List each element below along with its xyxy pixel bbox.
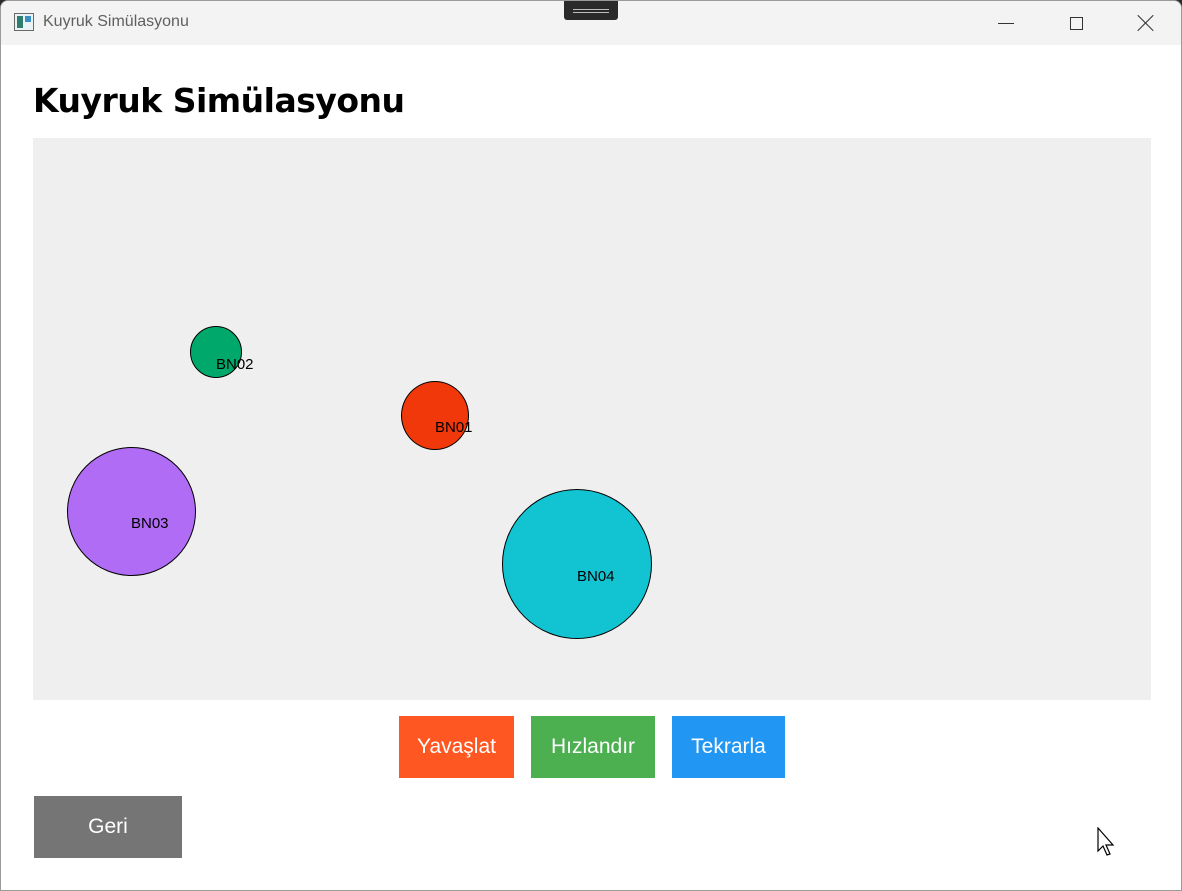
snap-layout-handle-icon[interactable]	[564, 1, 618, 20]
maximize-button[interactable]	[1041, 1, 1111, 45]
queue-ball-bn01	[401, 381, 469, 450]
ball-label-bn03: BN03	[131, 515, 169, 532]
repeat-button[interactable]: Tekrarla	[672, 716, 785, 778]
close-icon	[1137, 14, 1155, 32]
app-icon	[14, 13, 34, 31]
speed-up-button[interactable]: Hızlandır	[531, 716, 655, 778]
title-bar[interactable]: Kuyruk Simülasyonu	[1, 1, 1181, 45]
back-button[interactable]: Geri	[34, 796, 182, 858]
slow-down-button[interactable]: Yavaşlat	[399, 716, 514, 778]
queue-ball-bn04	[502, 489, 652, 639]
minimize-icon	[998, 22, 1014, 24]
minimize-button[interactable]	[971, 1, 1041, 45]
mouse-pointer-icon	[1097, 827, 1115, 856]
window-title: Kuyruk Simülasyonu	[43, 13, 189, 30]
queue-ball-bn03	[67, 447, 196, 576]
simulation-canvas: BN02 BN01 BN03 BN04	[33, 138, 1151, 700]
close-button[interactable]	[1111, 1, 1181, 45]
ball-label-bn02: BN02	[216, 356, 254, 373]
page-title: Kuyruk Simülasyonu	[33, 81, 405, 120]
ball-label-bn01: BN01	[435, 419, 473, 436]
maximize-icon	[1069, 16, 1083, 30]
ball-label-bn04: BN04	[577, 568, 615, 585]
app-window: Kuyruk Simülasyonu Kuyruk Simülasyonu BN…	[0, 0, 1182, 891]
